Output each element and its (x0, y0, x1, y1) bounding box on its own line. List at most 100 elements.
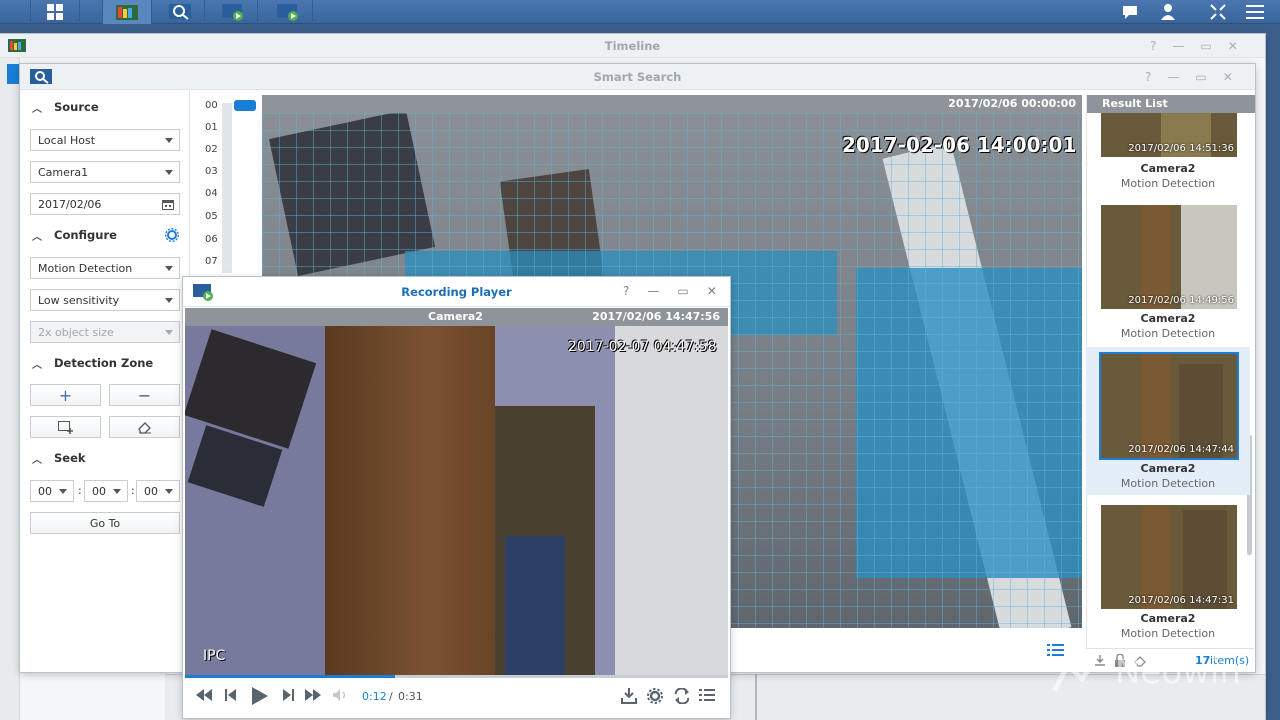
sensitivity-select[interactable]: Low sensitivity (30, 289, 180, 311)
player-osd-timestamp: 2017-02-07 04:47:58 (568, 339, 717, 355)
player-titlebar: Recording Player ? — ▭ ✕ (183, 277, 730, 307)
repeat-icon[interactable] (673, 687, 691, 708)
result-camera: Camera2 (1140, 162, 1196, 175)
taskbar-smart-search[interactable] (155, 0, 205, 24)
close-icon[interactable]: ✕ (707, 284, 717, 298)
chevron-down-icon (165, 489, 173, 494)
host-select[interactable]: Local Host (30, 129, 180, 151)
hour-label: 05 (205, 211, 218, 222)
detection-zone-section-header[interactable]: ︿ Detection Zone (20, 352, 190, 374)
maximize-icon[interactable]: ▭ (1200, 39, 1211, 53)
result-event: Motion Detection (1120, 177, 1216, 190)
add-zone-button[interactable]: + (30, 384, 101, 406)
hour-label: 01 (205, 122, 218, 133)
next-frame-icon[interactable] (282, 688, 294, 706)
collapse-icon: ︿ (32, 454, 42, 466)
help-icon[interactable]: ? (623, 284, 629, 298)
chevron-down-icon (165, 298, 173, 303)
play-icon[interactable] (251, 686, 269, 710)
main-menu-icon (47, 4, 63, 20)
result-list-title: Result List (1102, 97, 1168, 110)
seek-hour-select[interactable]: 00 (30, 480, 74, 502)
gear-icon[interactable] (165, 228, 179, 242)
result-thumbnail[interactable]: 2017/02/06 14:49:56 (1101, 205, 1237, 309)
player-time: 2017/02/06 14:47:56 (592, 310, 720, 323)
timeline-app-icon (8, 39, 26, 52)
skip-back-icon[interactable] (195, 688, 213, 706)
hour-label: 00 (205, 100, 218, 111)
eraser-icon (137, 422, 151, 434)
taskbar-timeline[interactable] (102, 0, 152, 24)
recording-player-window: Recording Player ? — ▭ ✕ Camera2 2017/02/06… (183, 277, 730, 718)
main-menu-button[interactable] (30, 0, 80, 24)
date-field[interactable]: 2017/02/06 (30, 193, 180, 215)
source-section-header[interactable]: ︿ Source (20, 96, 190, 118)
maximize-icon[interactable]: ▭ (677, 284, 688, 298)
player-info-bar: Camera2 2017/02/06 14:47:56 (185, 308, 728, 326)
remove-zone-button[interactable]: − (109, 384, 180, 406)
skip-forward-icon[interactable] (304, 688, 322, 706)
neowin-watermark: Neowin (1115, 652, 1241, 692)
video-wall-right (615, 326, 728, 675)
user-icon[interactable] (1150, 0, 1186, 24)
camera-select[interactable]: Camera1 (30, 161, 180, 183)
progress-track[interactable] (185, 675, 728, 678)
notifications-icon[interactable] (1112, 0, 1148, 24)
seek-minute-value: 00 (92, 484, 106, 498)
result-thumbnail[interactable]: 2017/02/06 14:51:36 (1101, 113, 1237, 157)
recording-player-app-icon (221, 4, 243, 21)
collapse-icon: ︿ (32, 359, 42, 371)
goto-button[interactable]: Go To (30, 512, 180, 534)
download-icon[interactable] (621, 688, 637, 708)
help-icon[interactable]: ? (1150, 39, 1156, 53)
detection-mode-select[interactable]: Motion Detection (30, 257, 180, 279)
erase-zone-button[interactable] (109, 416, 180, 438)
select-zone-button[interactable] (30, 416, 101, 438)
seek-section-header[interactable]: ︿ Seek (20, 447, 190, 469)
timeline-window-controls: ? — ▭ ✕ (1150, 34, 1238, 58)
minimize-icon[interactable]: — (1172, 39, 1184, 53)
time-separator: : (78, 484, 82, 497)
result-thumbnail-selected[interactable]: 2017/02/06 14:47:44 (1099, 352, 1239, 460)
timeline-left-strip (0, 58, 20, 720)
minimize-icon[interactable]: — (647, 284, 659, 298)
timeline-back-tab[interactable] (7, 64, 21, 84)
result-thumbnail[interactable]: 2017/02/06 14:47:31 (1101, 505, 1237, 609)
calendar-icon[interactable] (162, 199, 174, 210)
result-time: 2017/02/06 14:49:56 (1128, 295, 1234, 306)
taskbar (0, 0, 1280, 24)
smart-search-app-icon (30, 69, 52, 84)
seek-second-select[interactable]: 00 (136, 480, 180, 502)
player-total-time: 0:31 (398, 690, 423, 703)
hour-label: 07 (205, 256, 218, 267)
fullscreen-icon[interactable] (1200, 0, 1236, 24)
volume-icon[interactable] (332, 688, 348, 706)
player-video[interactable]: 2017-02-07 04:47:58 IPC (185, 326, 728, 675)
help-icon[interactable]: ? (1145, 70, 1151, 84)
maximize-icon[interactable]: ▭ (1195, 70, 1206, 84)
smart-search-settings-panel: ︿ Source Local Host Camera1 2017/02/06 ︿ C… (20, 90, 190, 672)
result-camera: Camera2 (1140, 612, 1196, 625)
taskbar-recording-player-2[interactable] (263, 0, 313, 24)
player-camera: Camera2 (428, 310, 483, 323)
goto-label: Go To (89, 516, 121, 530)
hour-track (222, 103, 232, 273)
minimize-icon[interactable]: — (1167, 70, 1179, 84)
time-separator: : (131, 484, 135, 497)
prev-frame-icon[interactable] (225, 688, 237, 706)
seek-minute-select[interactable]: 00 (84, 480, 128, 502)
close-icon[interactable]: ✕ (1228, 39, 1238, 53)
collapse-icon: ︿ (32, 103, 42, 115)
close-icon[interactable]: ✕ (1223, 70, 1233, 84)
playlist-icon[interactable] (699, 688, 715, 706)
timeline-app-icon (116, 5, 138, 20)
timeline-title: Timeline (604, 38, 661, 53)
hour-label: 04 (205, 188, 218, 199)
gear-icon[interactable] (647, 688, 663, 708)
menu-icon[interactable] (1237, 0, 1273, 24)
taskbar-recording-player-1[interactable] (208, 0, 258, 24)
hour-slider-handle[interactable] (234, 100, 256, 111)
hour-ruler (190, 95, 262, 275)
chevron-down-icon (165, 170, 173, 175)
configure-section-header[interactable]: ︿ Configure (20, 224, 190, 246)
